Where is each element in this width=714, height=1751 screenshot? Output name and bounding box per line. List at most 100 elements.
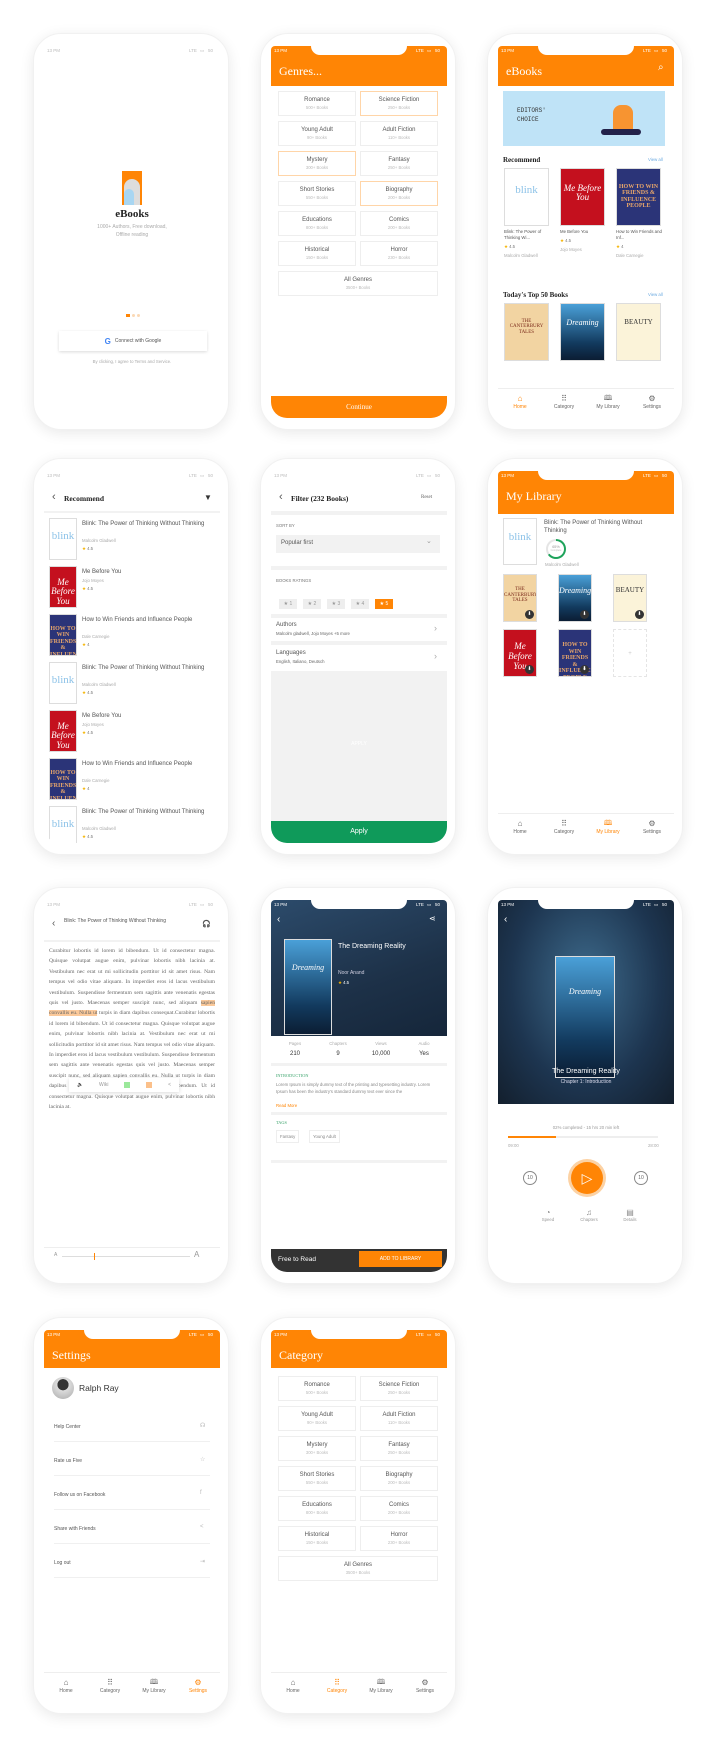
book-list-item[interactable]: HOW TO WIN FRIENDS & INFLUENCE PEOPLE How… xyxy=(44,758,220,802)
wiki-button[interactable]: Wiki xyxy=(99,1082,108,1088)
genre-educations[interactable]: Educations 800+ Books xyxy=(278,211,356,236)
search-icon[interactable]: ⌕ xyxy=(658,62,664,73)
book-list-item[interactable]: blink Blink: The Power of Thinking Withou… xyxy=(44,662,220,706)
genre-comics[interactable]: Comics 200+ Books xyxy=(360,211,438,236)
genre-biography[interactable]: Biography 200+ Books xyxy=(360,181,438,206)
genre-fantasy[interactable]: Fantasy 250+ Books xyxy=(360,151,438,176)
read-more-link[interactable]: Read More xyxy=(276,1103,297,1108)
settings-item-share-with-friends[interactable]: Share with Friends < xyxy=(44,1514,220,1544)
book-cover-cant[interactable]: THE CANTERBURY TALES xyxy=(504,303,549,361)
book-cover-htw[interactable]: HOW TO WIN FRIENDS & INFLUENCE PEOPLE xyxy=(49,758,77,800)
tag-chip[interactable]: Young Adult xyxy=(309,1130,340,1143)
continue-button[interactable]: Continue xyxy=(271,396,447,418)
genre-horror[interactable]: Horror 230+ Books xyxy=(360,241,438,266)
apply-button[interactable]: Apply xyxy=(271,821,447,843)
book-cover-mby[interactable]: Me Before You ⬇ xyxy=(503,629,537,677)
download-icon[interactable]: ⬇ xyxy=(635,610,644,619)
book-cover-htw[interactable]: HOW TO WIN FRIENDS & INFLUENCE PEOPLE xyxy=(616,168,661,226)
book-cover-blink[interactable]: blink xyxy=(49,662,77,704)
nav-category[interactable]: ⠿ Category xyxy=(542,814,586,843)
back-icon[interactable]: ‹ xyxy=(277,914,280,925)
slider-thumb[interactable] xyxy=(94,1253,95,1260)
download-icon[interactable]: ⬇ xyxy=(525,610,534,619)
nav-settings[interactable]: ⚙ Settings xyxy=(403,1673,447,1702)
headphones-icon[interactable]: 🎧 xyxy=(202,920,211,928)
nav-settings[interactable]: ⚙ Settings xyxy=(176,1673,220,1702)
book-cover-cant[interactable]: THE CANTERBURY TALES ⬇ xyxy=(503,574,537,622)
filter-icon[interactable]: ▼ xyxy=(204,493,212,502)
genre-young-adult[interactable]: Young Adult 90+ Books xyxy=(278,121,356,146)
playback-progress[interactable] xyxy=(508,1136,658,1138)
view-all-link[interactable]: View all xyxy=(648,292,663,297)
nav-my-library[interactable]: 🕮 My Library xyxy=(359,1673,403,1702)
genre-historical[interactable]: Historical 150+ Books xyxy=(278,1526,356,1551)
settings-item-help-center[interactable]: Help Center ☊ xyxy=(44,1412,220,1442)
genre-romance[interactable]: Romance 500+ Books xyxy=(278,1376,356,1401)
book-cover-dream[interactable]: Dreaming xyxy=(284,939,332,1035)
book-cover-blink[interactable]: blink xyxy=(49,518,77,560)
book-cover-htw[interactable]: HOW TO WIN FRIENDS & INFLUENCE PEOPLE⬇ xyxy=(558,629,592,677)
genre-romance[interactable]: Romance 500+ Books xyxy=(278,91,356,116)
genre-mystery[interactable]: Mystery 300+ Books xyxy=(278,151,356,176)
book-cover-beauty[interactable]: BEAUTY ⬇ xyxy=(613,574,647,622)
back-icon[interactable]: ‹ xyxy=(504,914,507,925)
sort-select[interactable]: Popular first ⌄ xyxy=(276,535,440,553)
rating-chip-1[interactable]: ★ 1 xyxy=(279,599,297,609)
nav-my-library[interactable]: 🕮 My Library xyxy=(586,389,630,418)
genre-mystery[interactable]: Mystery 300+ Books xyxy=(278,1436,356,1461)
book-cover-dream[interactable]: Dreaming xyxy=(560,303,605,361)
view-all-link[interactable]: View all xyxy=(648,157,663,162)
nav-home[interactable]: ⌂ Home xyxy=(498,814,542,843)
add-book-slot[interactable]: + xyxy=(613,629,647,677)
book-list-item[interactable]: blink Blink: The Power of Thinking Withou… xyxy=(44,806,220,843)
back-icon[interactable]: ‹ xyxy=(52,491,56,503)
genre-adult-fiction[interactable]: Adult Fiction 110+ Books xyxy=(360,121,438,146)
download-icon[interactable]: ⬇ xyxy=(525,665,534,674)
download-icon[interactable]: ⬇ xyxy=(580,610,589,619)
speaker-icon[interactable]: 🔈 xyxy=(77,1082,83,1088)
nav-settings[interactable]: ⚙ Settings xyxy=(630,814,674,843)
speed-button[interactable]: ◔ Speed xyxy=(535,1208,561,1222)
book-list-item[interactable]: HOW TO WIN FRIENDS & INFLUENCE PEOPLE How… xyxy=(44,614,220,658)
nav-home[interactable]: ⌂ Home xyxy=(44,1673,88,1702)
book-list-item[interactable]: Me Before You Me Before You Jojo Moyes ★ 4.… xyxy=(44,710,220,754)
authors-row[interactable]: Authors Malcolm gladwell, Jojo Moyes +5 m… xyxy=(271,619,447,641)
editors-choice-banner[interactable]: EDITORS' CHOICE xyxy=(503,91,665,146)
book-list-item[interactable]: Me Before You Me Before You Jojo Moyes ★ 4.… xyxy=(44,566,220,610)
reset-button[interactable]: Reset xyxy=(421,495,432,500)
rating-chip-5[interactable]: ★ 5 xyxy=(375,599,393,609)
book-title[interactable]: Me Before You xyxy=(560,229,608,235)
rating-chip-3[interactable]: ★ 3 xyxy=(327,599,345,609)
genre-science-fiction[interactable]: Science Fiction 250+ Books xyxy=(360,1376,438,1401)
current-book-title[interactable]: Blink: The Power of Thinking Without Thi… xyxy=(544,519,664,535)
chapters-button[interactable]: ♫ Chapters xyxy=(576,1208,602,1222)
genre-young-adult[interactable]: Young Adult 90+ Books xyxy=(278,1406,356,1431)
nav-settings[interactable]: ⚙ Settings xyxy=(630,389,674,418)
nav-home[interactable]: ⌂ Home xyxy=(498,389,542,418)
nav-my-library[interactable]: 🕮 My Library xyxy=(586,814,630,843)
genre-all-genres[interactable]: All Genres 3500+ Books xyxy=(278,1556,438,1581)
nav-category[interactable]: ⠿ Category xyxy=(88,1673,132,1702)
highlight-green-button[interactable] xyxy=(124,1082,131,1088)
details-button[interactable]: ▤ Details xyxy=(617,1208,643,1222)
nav-my-library[interactable]: 🕮 My Library xyxy=(132,1673,176,1702)
book-cover-dream[interactable]: Dreaming xyxy=(555,956,615,1078)
genre-short-stories[interactable]: Short Stories 550+ Books xyxy=(278,1466,356,1491)
genre-biography[interactable]: Biography 200+ Books xyxy=(360,1466,438,1491)
rating-chip-4[interactable]: ★ 4 xyxy=(351,599,369,609)
genre-fantasy[interactable]: Fantasy 250+ Books xyxy=(360,1436,438,1461)
book-title[interactable]: Blink: The Power of Thinking Wi... xyxy=(504,229,552,240)
highlight-orange-button[interactable] xyxy=(146,1082,153,1088)
rewind-10-button[interactable]: 10 xyxy=(523,1171,537,1185)
genre-short-stories[interactable]: Short Stories 550+ Books xyxy=(278,181,356,206)
book-cover-blink[interactable]: blink xyxy=(49,806,77,843)
nav-home[interactable]: ⌂ Home xyxy=(271,1673,315,1702)
book-cover-htw[interactable]: HOW TO WIN FRIENDS & INFLUENCE PEOPLE xyxy=(49,614,77,656)
book-cover-mby[interactable]: Me Before You xyxy=(49,710,77,752)
book-cover-mby[interactable]: Me Before You xyxy=(49,566,77,608)
book-cover-beauty[interactable]: BEAUTY xyxy=(616,303,661,361)
book-cover-mby[interactable]: Me Before You xyxy=(560,168,605,226)
genre-educations[interactable]: Educations 800+ Books xyxy=(278,1496,356,1521)
settings-item-follow-us-on-facebook[interactable]: Follow us on Facebook f xyxy=(44,1480,220,1510)
font-size-slider[interactable] xyxy=(62,1253,190,1260)
